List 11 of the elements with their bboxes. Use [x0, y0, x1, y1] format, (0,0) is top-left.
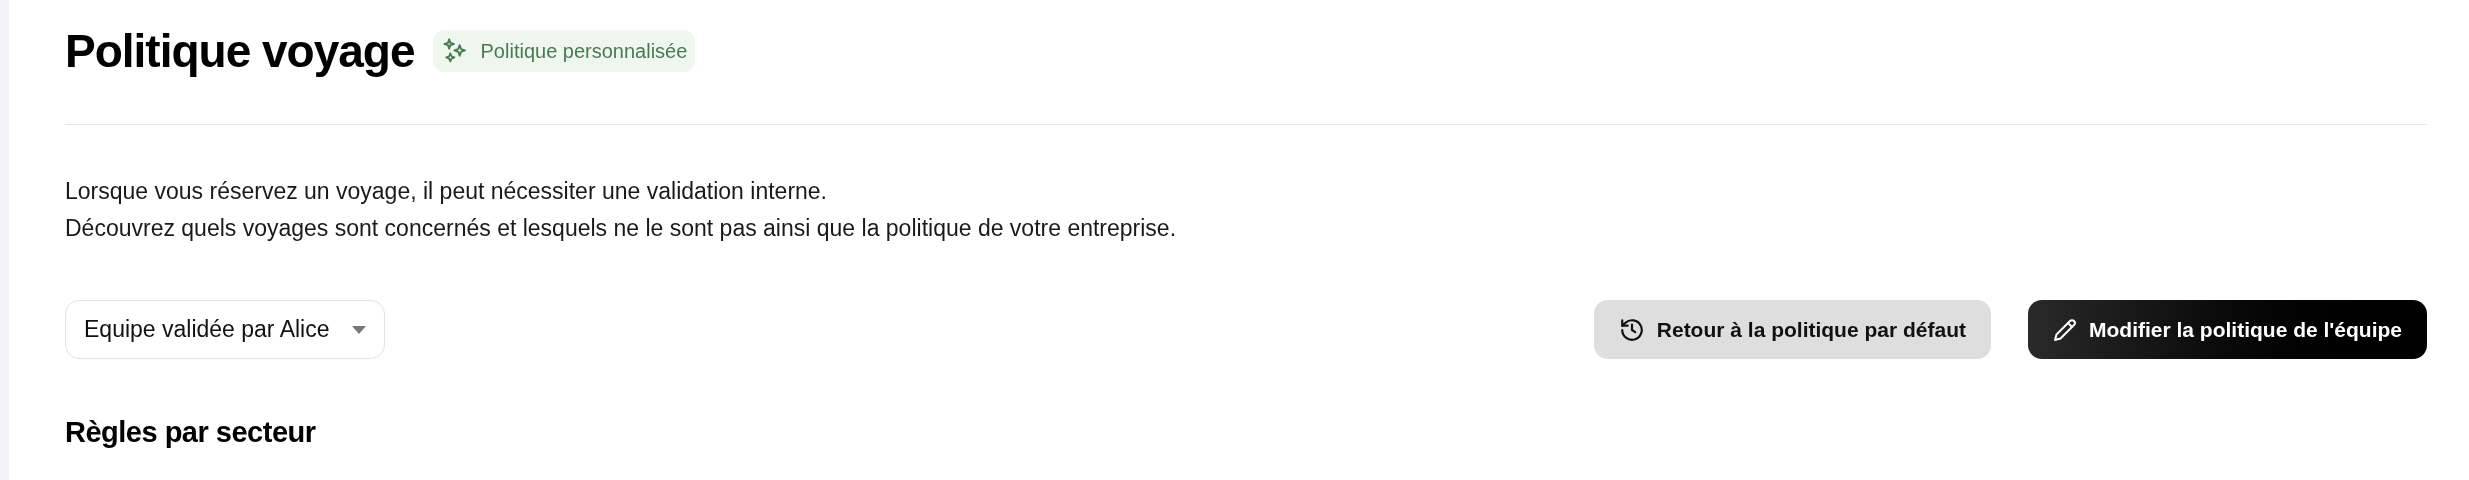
- edit-policy-button[interactable]: Modifier la politique de l'équipe: [2028, 300, 2427, 359]
- pencil-icon: [2053, 317, 2077, 342]
- page-title: Politique voyage: [65, 23, 415, 79]
- caret-icon: [351, 325, 366, 334]
- custom-policy-badge: Politique personnalisée: [432, 30, 696, 72]
- team-dropdown[interactable]: Equipe validée par Alice: [65, 300, 385, 359]
- description-text: Lorsque vous réservez un voyage, il peut nécessiter une validation interne.: [65, 177, 828, 205]
- reset-policy-button[interactable]: Retour à la politique par défaut: [1593, 300, 1991, 359]
- description-text: Découvrez quels voyages sont concernés et lesquels ne le sont pas ainsi que la politique de votre entreprise.: [65, 214, 1178, 242]
- section-title: Règles par secteur: [65, 415, 317, 450]
- history-icon: [1618, 316, 1645, 343]
